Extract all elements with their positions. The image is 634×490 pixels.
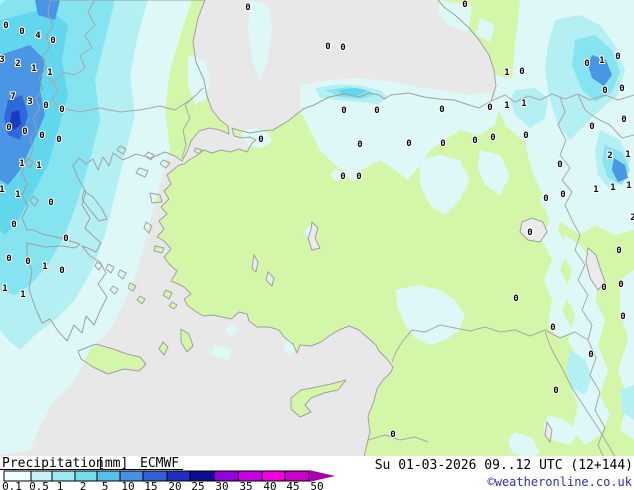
station-value: 0 — [527, 228, 532, 238]
station-value: 0 — [584, 59, 589, 69]
station-value: 0 — [63, 234, 68, 244]
station-value: 0 — [374, 106, 379, 116]
station-value: 0 — [462, 0, 467, 10]
station-value: 1 — [2, 284, 7, 294]
station-value: 0 — [11, 220, 16, 230]
station-value: 0 — [557, 160, 562, 170]
station-value: 0 — [523, 131, 528, 141]
station-value: 0 — [553, 386, 558, 396]
station-value: 2 — [630, 213, 634, 223]
station-value: 0 — [439, 105, 444, 115]
station-value: 0 — [560, 190, 565, 200]
precipitation-map: 00 4 03 2 1 17 3 0 00 0 0 01 11 10000 0 1 011000 00 00 0 0 0 0… — [0, 0, 634, 490]
scale-tick-label: 2 — [80, 480, 87, 490]
station-value: 0 — [440, 139, 445, 149]
station-value: 0 — [406, 139, 411, 149]
station-value: 0 — [48, 198, 53, 208]
scale-tick-label: 25 — [191, 480, 204, 490]
station-value: 0 — [519, 67, 524, 77]
station-value: 2 — [607, 151, 612, 161]
station-value: 1 — [593, 185, 598, 195]
station-value: 0 — [619, 84, 624, 94]
valid-time-label: Su 01-03-2026 09..12 UTC (12+144) — [375, 458, 633, 473]
station-value: 1 — [504, 68, 509, 78]
legend-title-product: Precipitation — [2, 456, 104, 471]
scale-tick-label: 20 — [168, 480, 181, 490]
station-value: 0 — [589, 122, 594, 132]
station-value: 1 — [626, 181, 631, 191]
station-value: 1 — [15, 190, 20, 200]
station-value: 0 — [490, 133, 495, 143]
station-value: 1 — [599, 56, 604, 66]
station-value: 0 — [340, 172, 345, 182]
station-value: 1 — [19, 159, 24, 169]
station-value: 0 — [390, 430, 395, 440]
scale-tick-label: 0.1 — [2, 480, 22, 490]
station-value: 0 — [22, 127, 27, 137]
station-value: 1 — [625, 150, 630, 160]
station-value: 0 — [6, 123, 11, 133]
station-value: 0 — [258, 135, 263, 145]
station-value: 0 — [340, 43, 345, 53]
station-value: 1 — [504, 101, 509, 111]
station-value: 3 — [0, 55, 5, 65]
station-value: 0 — [6, 254, 11, 264]
scale-tick-label: 15 — [144, 480, 157, 490]
scale-tick-label: 1 — [57, 480, 64, 490]
station-value: 0 — [59, 266, 64, 276]
station-value: 0 — [59, 105, 64, 115]
station-value: 0 — [588, 350, 593, 360]
scale-tick-label: 30 — [215, 480, 228, 490]
scale-tick-label: 40 — [263, 480, 276, 490]
station-value: 1 — [610, 183, 615, 193]
station-value: 0 — [19, 27, 24, 37]
station-value: 0 — [543, 194, 548, 204]
station-value: 7 — [10, 92, 15, 102]
station-value: 1 — [31, 64, 36, 74]
station-value: 0 — [550, 323, 555, 333]
station-value: 2 — [15, 59, 20, 69]
station-value: 0 — [39, 131, 44, 141]
station-value: 0 — [618, 280, 623, 290]
station-value: 1 — [42, 262, 47, 272]
station-value: 0 — [245, 3, 250, 13]
scale-tick-label: 50 — [310, 480, 323, 490]
station-value: 0 — [620, 312, 625, 322]
station-value: 0 — [602, 86, 607, 96]
scale-tick-label: 10 — [121, 480, 134, 490]
legend-title-model: ECMWF — [140, 456, 179, 471]
station-value: 0 — [601, 283, 606, 293]
legend-title-unit: [mm] — [97, 456, 128, 471]
station-value: 0 — [341, 106, 346, 116]
scale-tick-label: 45 — [286, 480, 299, 490]
station-value: 0 — [3, 21, 8, 31]
scale-segment — [96, 470, 121, 482]
station-value: 0 — [621, 115, 626, 125]
copyright-label: ©weatheronline.co.uk — [488, 475, 633, 489]
station-value: 1 — [20, 290, 25, 300]
station-value: 0 — [25, 257, 30, 267]
scale-tick-label: 35 — [239, 480, 252, 490]
station-value: 3 — [27, 97, 32, 107]
station-value: 0 — [325, 42, 330, 52]
scale-tick-label: 0.5 — [29, 480, 49, 490]
station-value: 1 — [36, 161, 41, 171]
station-value: 0 — [56, 135, 61, 145]
station-value: 4 — [35, 31, 41, 41]
scale-tick-label: 5 — [102, 480, 109, 490]
station-value: 0 — [616, 246, 621, 256]
station-value: 0 — [357, 140, 362, 150]
station-value: 1 — [47, 68, 52, 78]
weather-map-screenshot: 0040321173000000111100000101100000000000… — [0, 0, 634, 490]
station-value: 0 — [487, 103, 492, 113]
scale-segment — [51, 470, 76, 482]
station-value: 0 — [513, 294, 518, 304]
station-value: 1 — [521, 99, 526, 109]
station-value: 0 — [43, 101, 48, 111]
station-value: 1 — [0, 185, 5, 195]
station-value: 0 — [615, 52, 620, 62]
station-value: 0 — [356, 172, 361, 182]
station-value: 0 — [472, 136, 477, 146]
station-value: 0 — [50, 36, 55, 46]
